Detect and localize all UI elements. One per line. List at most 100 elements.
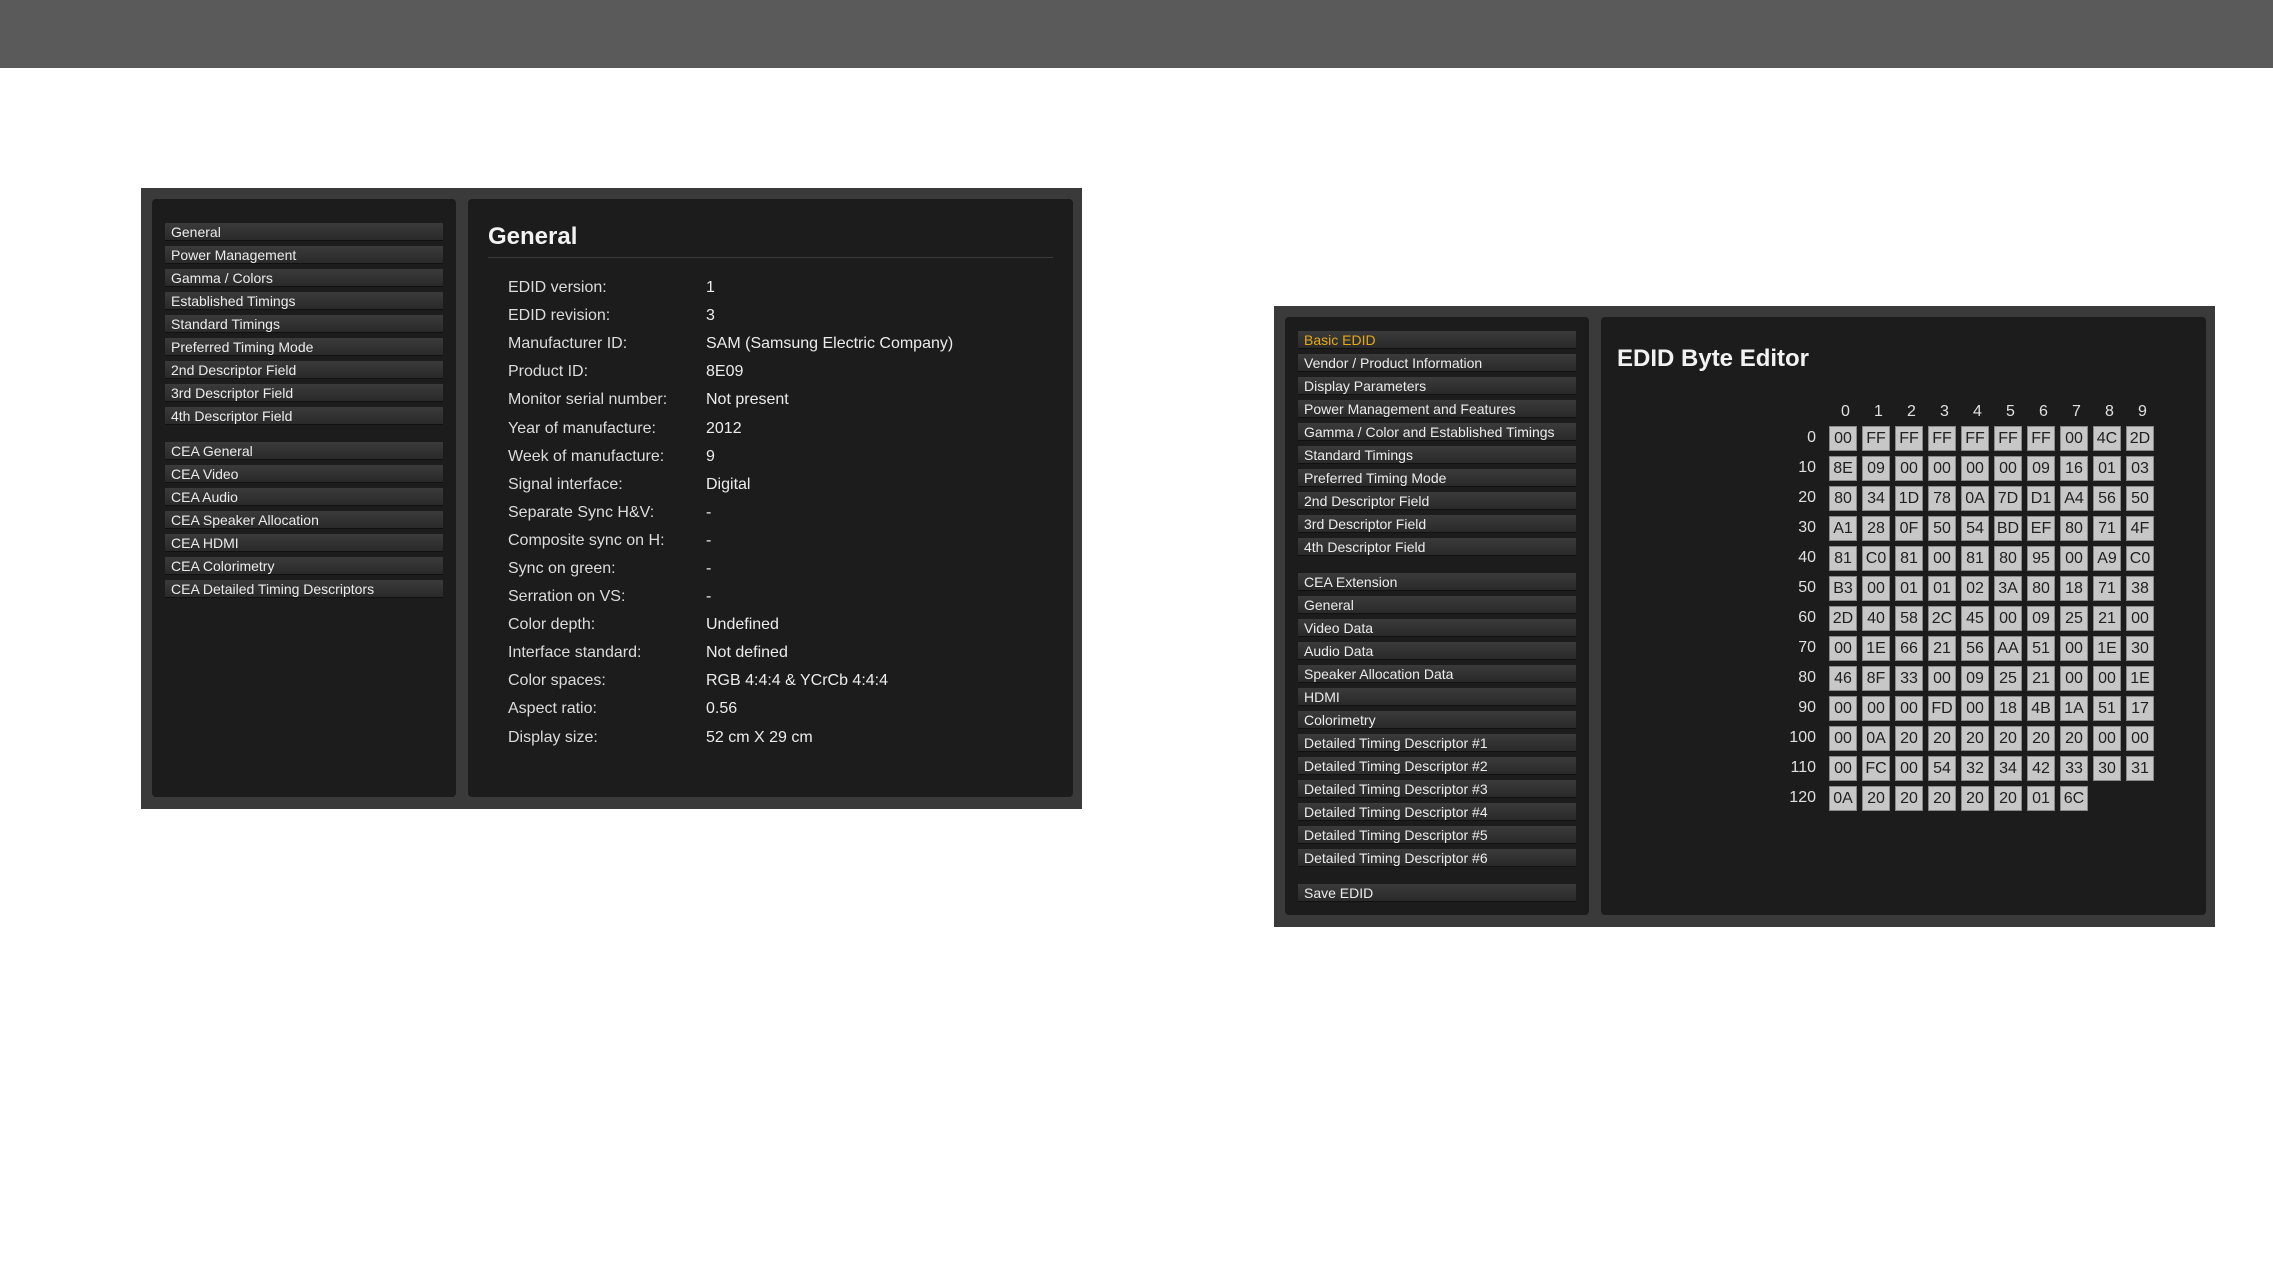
byte-cell[interactable]: 71 xyxy=(2093,575,2121,601)
byte-cell[interactable]: 00 xyxy=(1829,695,1857,721)
byte-cell[interactable]: 78 xyxy=(1928,485,1956,511)
byte-cell[interactable]: 00 xyxy=(1829,725,1857,751)
byte-cell[interactable]: 18 xyxy=(2060,575,2088,601)
byte-cell[interactable]: 7D xyxy=(1994,485,2022,511)
byte-cell[interactable]: 1E xyxy=(2126,665,2154,691)
byte-cell[interactable]: 00 xyxy=(1829,635,1857,661)
byte-cell[interactable]: 1D xyxy=(1895,485,1923,511)
sidebar-item-power-management-and-features[interactable]: Power Management and Features xyxy=(1298,400,1576,418)
byte-cell[interactable]: 80 xyxy=(1829,485,1857,511)
byte-cell[interactable]: 81 xyxy=(1961,545,1989,571)
byte-cell[interactable]: 2C xyxy=(1928,605,1956,631)
sidebar-item-display-parameters[interactable]: Display Parameters xyxy=(1298,377,1576,395)
byte-cell[interactable]: 80 xyxy=(2027,575,2055,601)
byte-cell[interactable]: 00 xyxy=(1994,605,2022,631)
sidebar-item-cea-detailed-timing-descriptors[interactable]: CEA Detailed Timing Descriptors xyxy=(165,580,443,598)
byte-cell[interactable]: 56 xyxy=(1961,635,1989,661)
byte-cell[interactable]: 0A xyxy=(1961,485,1989,511)
byte-cell[interactable]: 50 xyxy=(2126,485,2154,511)
byte-cell[interactable]: 00 xyxy=(2093,725,2121,751)
byte-cell[interactable]: 71 xyxy=(2093,515,2121,541)
sidebar-item-established-timings[interactable]: Established Timings xyxy=(165,292,443,310)
byte-cell[interactable]: 50 xyxy=(1928,515,1956,541)
sidebar-item-4th-descriptor-field[interactable]: 4th Descriptor Field xyxy=(1298,538,1576,556)
sidebar-item-video-data[interactable]: Video Data xyxy=(1298,619,1576,637)
sidebar-item-cea-hdmi[interactable]: CEA HDMI xyxy=(165,534,443,552)
byte-cell[interactable]: FF xyxy=(1961,425,1989,451)
sidebar-item-gamma-colors[interactable]: Gamma / Colors xyxy=(165,269,443,287)
byte-cell[interactable]: 32 xyxy=(1961,755,1989,781)
byte-cell[interactable]: EF xyxy=(2027,515,2055,541)
byte-cell[interactable]: A4 xyxy=(2060,485,2088,511)
byte-cell[interactable]: 8F xyxy=(1862,665,1890,691)
byte-cell[interactable]: 00 xyxy=(2060,635,2088,661)
byte-cell[interactable]: 00 xyxy=(2126,605,2154,631)
byte-cell[interactable]: 20 xyxy=(2060,725,2088,751)
sidebar-item-detailed-timing-descriptor-6[interactable]: Detailed Timing Descriptor #6 xyxy=(1298,849,1576,867)
sidebar-item-detailed-timing-descriptor-3[interactable]: Detailed Timing Descriptor #3 xyxy=(1298,780,1576,798)
byte-cell[interactable]: 4C xyxy=(2093,425,2121,451)
byte-cell[interactable]: 31 xyxy=(2126,755,2154,781)
byte-cell[interactable]: 30 xyxy=(2093,755,2121,781)
byte-cell[interactable]: 20 xyxy=(1928,785,1956,811)
byte-cell[interactable]: 03 xyxy=(2126,455,2154,481)
sidebar-item-audio-data[interactable]: Audio Data xyxy=(1298,642,1576,660)
byte-cell[interactable]: 01 xyxy=(1928,575,1956,601)
byte-cell[interactable]: 20 xyxy=(1895,785,1923,811)
sidebar-item-cea-speaker-allocation[interactable]: CEA Speaker Allocation xyxy=(165,511,443,529)
sidebar-item-power-management[interactable]: Power Management xyxy=(165,246,443,264)
byte-cell[interactable]: D1 xyxy=(2027,485,2055,511)
byte-cell[interactable]: 00 xyxy=(1961,695,1989,721)
byte-cell[interactable]: 0A xyxy=(1862,725,1890,751)
byte-cell[interactable]: 00 xyxy=(1895,755,1923,781)
byte-cell[interactable]: A9 xyxy=(2093,545,2121,571)
byte-cell[interactable]: AA xyxy=(1994,635,2022,661)
byte-cell[interactable]: 0A xyxy=(1829,785,1857,811)
byte-cell[interactable]: FF xyxy=(2027,425,2055,451)
byte-cell[interactable]: 2D xyxy=(2126,425,2154,451)
byte-cell[interactable]: 00 xyxy=(1862,575,1890,601)
sidebar-item-general[interactable]: General xyxy=(165,223,443,241)
sidebar-item-colorimetry[interactable]: Colorimetry xyxy=(1298,711,1576,729)
byte-cell[interactable]: 54 xyxy=(1961,515,1989,541)
sidebar-item-cea-colorimetry[interactable]: CEA Colorimetry xyxy=(165,557,443,575)
byte-cell[interactable]: 1E xyxy=(2093,635,2121,661)
byte-cell[interactable]: 80 xyxy=(2060,515,2088,541)
byte-cell[interactable]: 09 xyxy=(2027,605,2055,631)
byte-cell[interactable]: 6C xyxy=(2060,785,2088,811)
byte-cell[interactable]: 81 xyxy=(1895,545,1923,571)
byte-cell[interactable]: 20 xyxy=(1895,725,1923,751)
byte-cell[interactable]: 1A xyxy=(2060,695,2088,721)
sidebar-item-cea-extension[interactable]: CEA Extension xyxy=(1298,573,1576,591)
byte-cell[interactable]: 40 xyxy=(1862,605,1890,631)
byte-cell[interactable]: 20 xyxy=(1928,725,1956,751)
byte-cell[interactable]: 16 xyxy=(2060,455,2088,481)
sidebar-item-gamma-color-and-established-timings[interactable]: Gamma / Color and Established Timings xyxy=(1298,423,1576,441)
byte-cell[interactable]: 00 xyxy=(1928,665,1956,691)
byte-cell[interactable]: B3 xyxy=(1829,575,1857,601)
byte-cell[interactable]: 1E xyxy=(1862,635,1890,661)
sidebar-item-detailed-timing-descriptor-2[interactable]: Detailed Timing Descriptor #2 xyxy=(1298,757,1576,775)
sidebar-item-cea-audio[interactable]: CEA Audio xyxy=(165,488,443,506)
byte-cell[interactable]: 00 xyxy=(2093,665,2121,691)
byte-cell[interactable]: 3A xyxy=(1994,575,2022,601)
byte-cell[interactable]: 34 xyxy=(1862,485,1890,511)
sidebar-item-detailed-timing-descriptor-4[interactable]: Detailed Timing Descriptor #4 xyxy=(1298,803,1576,821)
byte-cell[interactable]: 51 xyxy=(2027,635,2055,661)
byte-cell[interactable]: 02 xyxy=(1961,575,1989,601)
byte-cell[interactable]: 00 xyxy=(2060,545,2088,571)
byte-cell[interactable]: 56 xyxy=(2093,485,2121,511)
byte-cell[interactable]: 20 xyxy=(1862,785,1890,811)
byte-cell[interactable]: 33 xyxy=(1895,665,1923,691)
byte-cell[interactable]: 20 xyxy=(1994,725,2022,751)
byte-cell[interactable]: 66 xyxy=(1895,635,1923,661)
byte-cell[interactable]: 4F xyxy=(2126,515,2154,541)
byte-cell[interactable]: 00 xyxy=(2060,665,2088,691)
byte-cell[interactable]: FF xyxy=(1895,425,1923,451)
byte-cell[interactable]: 20 xyxy=(1994,785,2022,811)
byte-cell[interactable]: 30 xyxy=(2126,635,2154,661)
sidebar-item-hdmi[interactable]: HDMI xyxy=(1298,688,1576,706)
byte-cell[interactable]: 17 xyxy=(2126,695,2154,721)
byte-cell[interactable]: 20 xyxy=(1961,725,1989,751)
byte-cell[interactable]: 58 xyxy=(1895,605,1923,631)
